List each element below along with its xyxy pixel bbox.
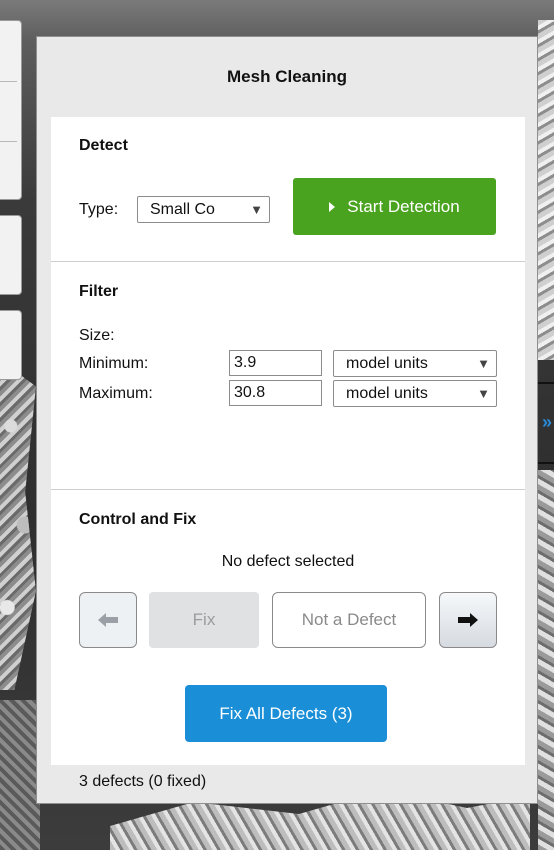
type-label: Type: <box>79 201 119 218</box>
chevron-down-icon: ▼ <box>250 202 263 217</box>
type-select[interactable]: Small Co ▼ <box>137 196 270 223</box>
filter-title: Filter <box>79 283 119 300</box>
toolbar-group[interactable] <box>0 20 22 200</box>
minimum-unit-select[interactable]: model units ▼ <box>333 350 497 377</box>
maximum-input[interactable]: 30.8 <box>229 380 322 406</box>
minimum-unit-value: model units <box>346 355 428 372</box>
side-panel-border <box>538 382 554 384</box>
minimum-input[interactable]: 3.9 <box>229 350 322 376</box>
mesh-fragment <box>538 470 554 850</box>
arrow-right-icon <box>458 613 478 627</box>
next-defect-button[interactable] <box>439 592 497 648</box>
control-title: Control and Fix <box>79 511 197 528</box>
arrow-left-icon <box>98 613 118 627</box>
mesh-fragment <box>538 20 554 360</box>
mesh-fragment <box>0 700 40 850</box>
start-detection-button[interactable]: Start Detection <box>293 178 496 235</box>
size-label: Size: <box>79 327 115 344</box>
start-detection-label: Start Detection <box>347 196 460 216</box>
previous-defect-button[interactable] <box>79 592 137 648</box>
section-divider <box>51 489 525 490</box>
play-icon <box>329 201 336 212</box>
toolbar-divider <box>0 141 17 142</box>
minimum-label: Minimum: <box>79 355 149 372</box>
side-panel-border <box>538 462 554 464</box>
type-select-value: Small Co <box>150 201 215 218</box>
detect-title: Detect <box>79 137 128 154</box>
maximum-unit-select[interactable]: model units ▼ <box>333 380 497 407</box>
chevron-right-icon[interactable]: » <box>542 412 552 433</box>
toolbar-group[interactable] <box>0 215 22 295</box>
panel-title: Mesh Cleaning <box>227 67 347 86</box>
panel-content: Detect Type: Small Co ▼ Start Detection … <box>51 117 525 765</box>
toolbar-group[interactable] <box>0 310 22 380</box>
chevron-down-icon: ▼ <box>477 386 490 401</box>
defect-count-status: 3 defects (0 fixed) <box>79 773 207 790</box>
detect-section: Detect Type: Small Co ▼ Start Detection <box>51 117 525 261</box>
filter-section: Filter Size: Minimum: 3.9 model units ▼ … <box>51 261 525 455</box>
selection-status: No defect selected <box>221 553 355 570</box>
fix-button[interactable]: Fix <box>149 592 259 648</box>
mesh-cleaning-panel: Mesh Cleaning Detect Type: Small Co ▼ St… <box>36 36 538 804</box>
chevron-down-icon: ▼ <box>477 356 490 371</box>
toolbar-divider <box>0 81 17 82</box>
maximum-label: Maximum: <box>79 385 153 402</box>
not-a-defect-button[interactable]: Not a Defect <box>272 592 426 648</box>
fix-all-defects-button[interactable]: Fix All Defects (3) <box>185 685 387 742</box>
maximum-unit-value: model units <box>346 385 428 402</box>
